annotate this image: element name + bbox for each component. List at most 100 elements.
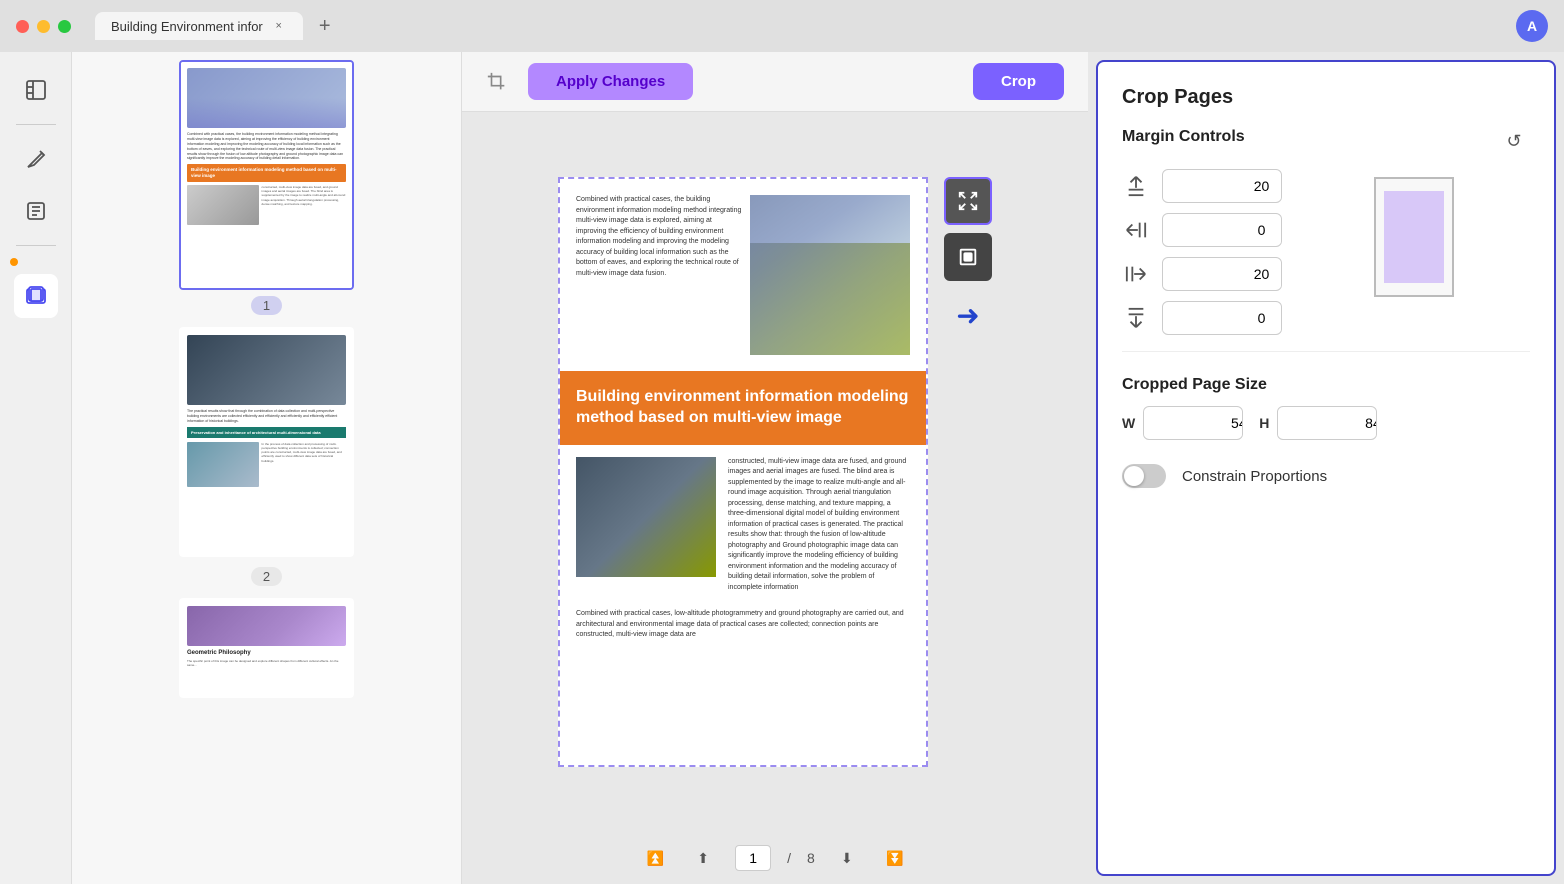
thumb3-content: Geometric Philosophy The specific point … (181, 600, 352, 696)
edit-icon-btn[interactable] (14, 189, 58, 233)
bottom-margin-row: ▲ ▼ (1122, 301, 1282, 335)
doc-image-right (750, 195, 910, 355)
margin-section: Margin Controls ↺ (1122, 125, 1530, 352)
crop-handle-br[interactable] (914, 753, 928, 767)
arrow-pointer: ➜ (956, 299, 979, 332)
divider (16, 124, 56, 125)
minimize-button[interactable] (37, 20, 50, 33)
thumb2-arch-img (187, 442, 259, 487)
toolbar: Apply Changes Crop (462, 52, 1088, 112)
tab-area: Building Environment infor × + (95, 12, 1504, 40)
center-tool-btn[interactable] (944, 233, 992, 281)
thumbnail-item-3[interactable]: Geometric Philosophy The specific point … (80, 598, 453, 698)
thumb2-teal-banner: Preservation and inheritance of architec… (187, 427, 346, 438)
preview-inner (1384, 191, 1444, 283)
traffic-lights (16, 20, 71, 33)
height-field: H ▲ ▼ (1259, 406, 1377, 440)
constrain-row: Constrain Proportions (1122, 464, 1530, 488)
thumb1-text: Combined with practical cases, the build… (187, 132, 346, 161)
first-page-btn[interactable]: ⏫ (639, 842, 671, 874)
thumb1-orange-banner: Building environment information modelin… (187, 164, 346, 182)
toggle-knob (1124, 466, 1144, 486)
doc-text-left: Combined with practical cases, the build… (576, 195, 750, 355)
icon-sidebar (0, 52, 72, 884)
thumb3-title: Geometric Philosophy (187, 650, 346, 656)
pen-icon-btn[interactable] (14, 137, 58, 181)
maximize-button[interactable] (58, 20, 71, 33)
current-page-input[interactable] (735, 845, 771, 871)
expand-tool-btn[interactable] (944, 177, 992, 225)
left-margin-icon (1122, 260, 1150, 288)
crop-handle-tl[interactable] (558, 177, 572, 191)
bottom-margin-icon (1122, 304, 1150, 332)
doc-extra-text: Combined with practical cases, low-altit… (560, 609, 926, 653)
doc-bottom-section: constructed, multi-view image data are f… (560, 457, 926, 610)
thumbnail-item-2[interactable]: The practical results show that through … (80, 327, 453, 586)
total-pages: 8 (807, 850, 815, 866)
thumbnail-item-1[interactable]: Combined with practical cases, the build… (80, 60, 453, 315)
toolbar-icon-area (486, 71, 508, 93)
layers-icon-btn[interactable] (14, 274, 58, 318)
left-margin-row: ▲ ▼ (1122, 257, 1282, 291)
right-margin-input-wrapper: ▲ ▼ (1162, 213, 1282, 247)
crop-handle-tr[interactable] (914, 177, 928, 191)
tab-close-btn[interactable]: × (271, 18, 287, 34)
book-icon-btn[interactable] (14, 68, 58, 112)
user-avatar: A (1516, 10, 1548, 42)
thumb1-person-img (187, 185, 259, 225)
height-input-wrapper: ▲ ▼ (1277, 406, 1377, 440)
right-margin-input[interactable] (1163, 216, 1282, 244)
crop-button[interactable]: Crop (973, 63, 1064, 100)
width-label: W (1122, 415, 1135, 431)
crop-tools: ➜ (944, 177, 992, 767)
notification-dot (10, 258, 18, 266)
margin-header: Margin Controls ↺ (1122, 125, 1530, 157)
active-tab[interactable]: Building Environment infor × (95, 12, 303, 40)
new-tab-btn[interactable]: + (311, 12, 339, 40)
prev-page-btn[interactable]: ⬆ (687, 842, 719, 874)
thumbnail-frame-3[interactable]: Geometric Philosophy The specific point … (179, 598, 354, 698)
content-area: Apply Changes Crop Combined with practic… (462, 52, 1088, 884)
bottom-margin-input[interactable] (1163, 304, 1282, 332)
next-page-btn[interactable]: ⬇ (831, 842, 863, 874)
top-margin-row: ▲ ▼ (1122, 169, 1282, 203)
reset-margins-btn[interactable]: ↺ (1498, 125, 1530, 157)
thumb-page-num-2: 2 (251, 567, 282, 586)
doc-bottom-text: constructed, multi-view image data are f… (728, 457, 910, 594)
thumb1-image (187, 68, 346, 128)
margin-controls-grid: ▲ ▼ (1122, 169, 1282, 335)
constrain-label: Constrain Proportions (1182, 468, 1327, 485)
height-label: H (1259, 415, 1269, 431)
top-margin-input[interactable] (1163, 172, 1282, 200)
thumb-page-num-1: 1 (251, 296, 282, 315)
left-margin-input-wrapper: ▲ ▼ (1162, 257, 1282, 291)
main-layout: Combined with practical cases, the build… (0, 52, 1564, 884)
page-viewer[interactable]: Combined with practical cases, the build… (462, 112, 1088, 832)
title-bar: Building Environment infor × + A (0, 0, 1564, 52)
thumb2-bottom: In the process of data collection and pr… (187, 442, 346, 487)
doc-bottom-image (576, 457, 716, 577)
doc-orange-banner: Building environment information modelin… (560, 371, 926, 445)
thumbnail-frame-1[interactable]: Combined with practical cases, the build… (179, 60, 354, 290)
constrain-toggle[interactable] (1122, 464, 1166, 488)
doc-top-section: Combined with practical cases, the build… (560, 179, 926, 371)
apply-changes-button[interactable]: Apply Changes (528, 63, 693, 100)
last-page-btn[interactable]: ⏬ (879, 842, 911, 874)
size-section: Cropped Page Size W ▲ ▼ H (1122, 376, 1530, 440)
page-navigation: ⏫ ⬆ / 8 ⬇ ⏬ (462, 832, 1088, 884)
margin-section-title: Margin Controls (1122, 128, 1245, 146)
tab-title: Building Environment infor (111, 19, 263, 34)
left-margin-input[interactable] (1163, 260, 1282, 288)
thumb1-content: Combined with practical cases, the build… (181, 62, 352, 288)
size-inputs: W ▲ ▼ H ▲ ▼ (1122, 406, 1530, 440)
thumbnail-frame-2[interactable]: The practical results show that through … (179, 327, 354, 557)
height-input[interactable] (1278, 409, 1377, 437)
divider2 (16, 245, 56, 246)
size-section-title: Cropped Page Size (1122, 376, 1530, 394)
crop-handle-bl[interactable] (558, 753, 572, 767)
close-button[interactable] (16, 20, 29, 33)
width-input[interactable] (1144, 409, 1243, 437)
document-page: Combined with practical cases, the build… (558, 177, 928, 767)
right-margin-icon (1122, 216, 1150, 244)
thumb2-image (187, 335, 346, 405)
